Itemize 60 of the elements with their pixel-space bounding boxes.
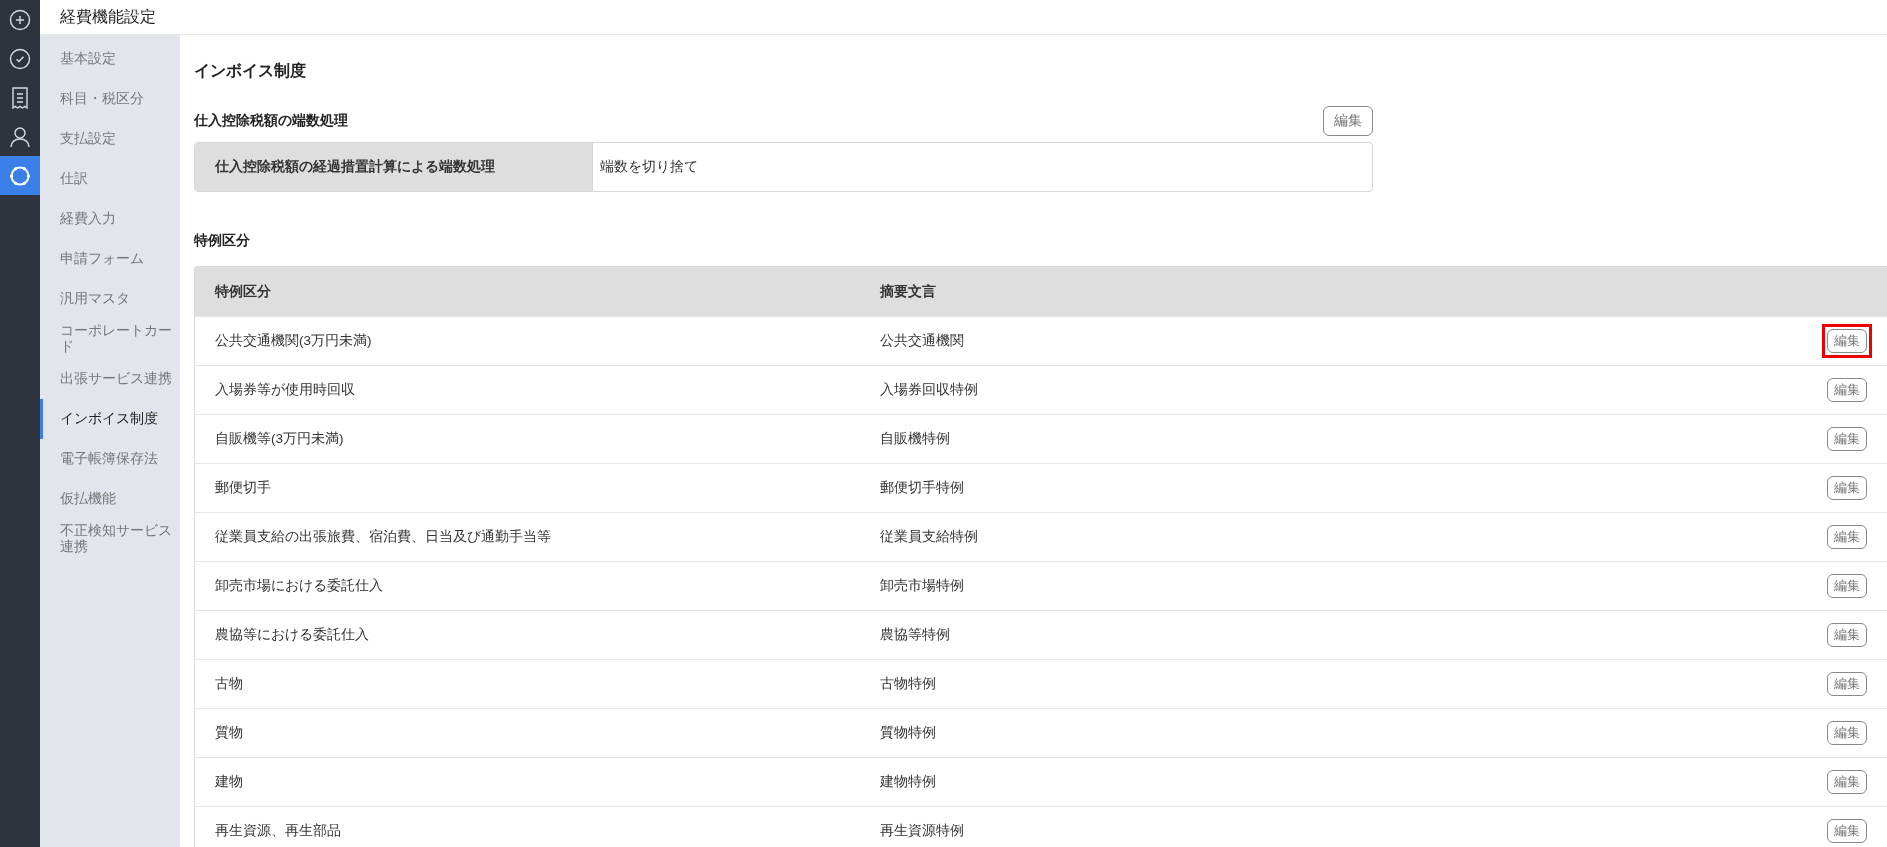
page-title: インボイス制度: [194, 61, 307, 81]
edit-button[interactable]: 編集: [1827, 623, 1867, 647]
plus-circle-icon: [9, 8, 31, 31]
table-cell-text: 入場券等が使用時回収: [214, 381, 356, 399]
table-cell-text: 農協等特例: [880, 626, 951, 644]
column-header: 摘要文言: [880, 282, 937, 301]
edit-button[interactable]: 編集: [1827, 574, 1867, 598]
table-cell-text: 自販機特例: [880, 430, 951, 448]
table-cell-text: 古物特例: [880, 675, 937, 693]
sidebar-item[interactable]: 科目・税区分: [40, 79, 180, 119]
section-title: 仕入控除税額の端数処理: [194, 112, 348, 130]
table-cell-text: 公共交通機関(3万円未満): [214, 332, 373, 350]
table-cell-text: 質物特例: [880, 724, 937, 742]
edit-button[interactable]: 編集: [1827, 721, 1867, 745]
table-cell-text: 自販機等(3万円未満): [214, 430, 345, 448]
edit-button[interactable]: 編集: [1827, 427, 1867, 451]
table-cell-text: 農協等における委託仕入: [214, 626, 370, 644]
setting-value: 端数を切り捨て: [599, 158, 698, 176]
table-cell-text: 卸売市場特例: [880, 577, 965, 595]
check-circle-icon: [9, 47, 31, 70]
edit-button[interactable]: 編集: [1827, 378, 1867, 402]
table-cell-text: 郵便切手: [214, 479, 272, 497]
sidebar-item[interactable]: 経費入力: [40, 199, 180, 239]
settings-button[interactable]: [0, 156, 40, 195]
person-icon: [9, 125, 31, 148]
table-cell-text: 古物: [214, 675, 244, 693]
table-cell-text: 入場券回収特例: [880, 381, 979, 399]
edit-button[interactable]: 編集: [1827, 770, 1867, 794]
sidebar-item[interactable]: 出張サービス連携: [40, 359, 180, 399]
sidebar-item[interactable]: 基本設定: [40, 39, 180, 79]
table-cell-text: 従業員支給特例: [880, 528, 979, 546]
table-cell-text: 質物: [214, 724, 244, 742]
section-title: 特例区分: [194, 232, 251, 250]
edit-button[interactable]: 編集: [1827, 819, 1867, 843]
table-cell-text: 再生資源特例: [880, 822, 965, 840]
table-cell-text: 建物: [214, 773, 244, 791]
setting-label: 仕入控除税額の経過措置計算による端数処理: [195, 143, 593, 191]
sidebar-item[interactable]: 仮払機能: [40, 479, 180, 519]
edit-button[interactable]: 編集: [1827, 476, 1867, 500]
page-header-title: 経費機能設定: [60, 6, 156, 27]
table-cell-text: 卸売市場における委託仕入: [214, 577, 384, 595]
table-cell-text: 建物特例: [880, 773, 937, 791]
table-cell-text: 再生資源、再生部品: [214, 822, 342, 840]
receipt-icon: [10, 85, 30, 110]
sidebar-item[interactable]: 汎用マスタ: [40, 279, 180, 319]
sidebar-item[interactable]: 仕訳: [40, 159, 180, 199]
sidebar-item[interactable]: 不正検知サービス連携: [40, 519, 180, 559]
sidebar-item[interactable]: 電子帳簿保存法: [40, 439, 180, 479]
table-cell-text: 従業員支給の出張旅費、宿泊費、日当及び通勤手当等: [214, 528, 552, 546]
sidebar-item[interactable]: 支払設定: [40, 119, 180, 159]
edit-button[interactable]: 編集: [1827, 672, 1867, 696]
sidebar-item[interactable]: コーポレートカード: [40, 319, 180, 359]
sidebar-item[interactable]: 申請フォーム: [40, 239, 180, 279]
table-cell-text: 郵便切手特例: [880, 479, 965, 497]
edit-button[interactable]: 編集: [1827, 525, 1867, 549]
table-cell-text: 公共交通機関: [880, 332, 965, 350]
edit-button[interactable]: 編集: [1827, 329, 1867, 353]
edit-button[interactable]: 編集: [1323, 106, 1373, 136]
sidebar-item[interactable]: インボイス制度: [40, 399, 180, 439]
column-header: 特例区分: [213, 282, 272, 301]
